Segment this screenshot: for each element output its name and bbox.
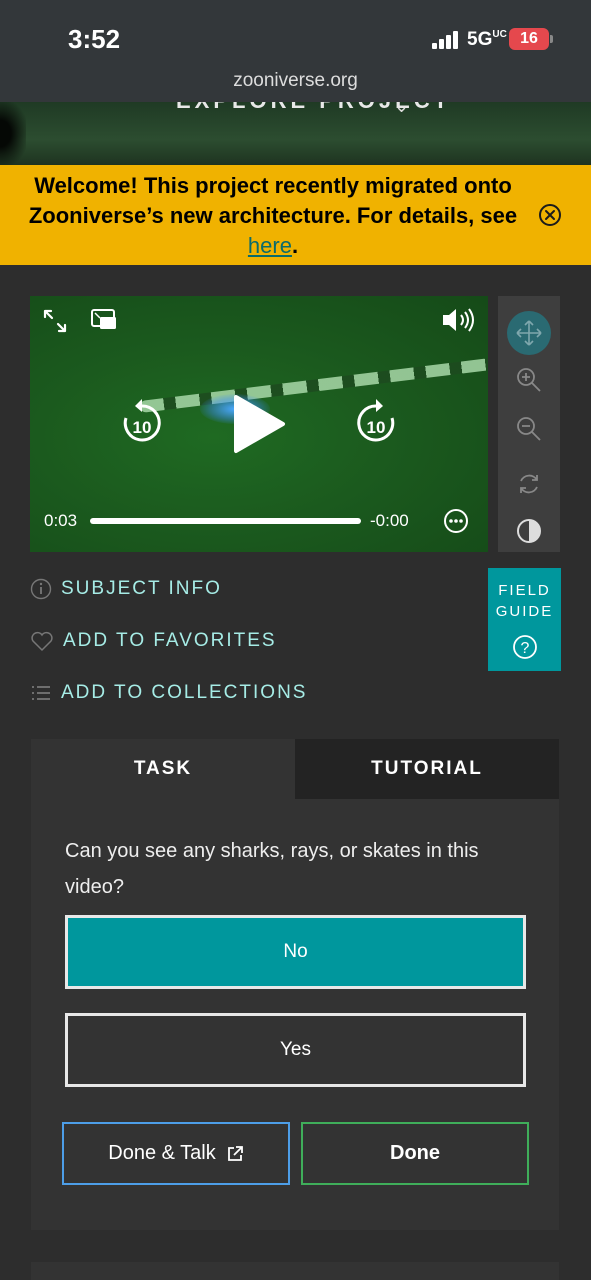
help-circle-icon: ? bbox=[513, 635, 537, 659]
status-time: 3:52 bbox=[68, 24, 121, 54]
field-guide-label-2: GUIDE bbox=[495, 603, 554, 620]
info-icon bbox=[30, 578, 52, 600]
done-button[interactable]: Done bbox=[301, 1122, 529, 1185]
progress-bar[interactable] bbox=[90, 518, 361, 524]
subject-info-label: SUBJECT INFO bbox=[61, 578, 222, 599]
image-toolbar bbox=[498, 296, 560, 552]
banner-here-link[interactable]: here bbox=[248, 233, 292, 258]
current-time: 0:03 bbox=[44, 511, 78, 530]
tab-tutorial[interactable]: TUTORIAL bbox=[295, 739, 559, 799]
explore-project-link[interactable]: EXPLORE PROJECT bbox=[176, 102, 451, 114]
add-to-favorites-label: ADD TO FAVORITES bbox=[63, 630, 277, 651]
classifier-tabs: TASK TUTORIAL bbox=[31, 739, 559, 799]
field-guide-button[interactable]: FIELD GUIDE ? bbox=[488, 568, 561, 671]
play-icon[interactable] bbox=[228, 392, 290, 456]
subject-info-link[interactable]: SUBJECT INFO bbox=[30, 578, 222, 600]
rotate-icon[interactable] bbox=[516, 471, 542, 497]
zoom-out-icon[interactable] bbox=[515, 415, 543, 443]
add-to-collections-label: ADD TO COLLECTIONS bbox=[61, 682, 308, 703]
external-link-icon bbox=[227, 1145, 243, 1161]
answer-yes-button[interactable]: Yes bbox=[65, 1013, 526, 1087]
task-panel: Can you see any sharks, rays, or skates … bbox=[31, 799, 559, 1230]
video-frame-tether bbox=[139, 357, 488, 413]
done-and-talk-label: Done & Talk bbox=[108, 1142, 216, 1164]
svg-text:?: ? bbox=[521, 640, 530, 657]
tool-zoom-out[interactable] bbox=[498, 415, 560, 443]
battery-nub bbox=[550, 35, 553, 43]
network-label: 5GUC bbox=[467, 29, 507, 50]
list-icon bbox=[32, 686, 50, 700]
tool-rotate[interactable] bbox=[498, 471, 560, 497]
tool-invert[interactable] bbox=[498, 518, 560, 544]
answer-no-button[interactable]: No bbox=[65, 915, 526, 989]
svg-text:10: 10 bbox=[367, 418, 386, 437]
skip-back-10-icon[interactable]: 10 bbox=[118, 396, 166, 448]
tool-zoom-in[interactable] bbox=[498, 366, 560, 394]
skip-forward-10-icon[interactable]: 10 bbox=[352, 396, 400, 448]
status-bar: 3:52 5GUC 16 bbox=[0, 0, 591, 62]
remaining-time: -0:00 bbox=[370, 511, 409, 530]
migration-banner: Welcome! This project recently migrated … bbox=[0, 165, 591, 265]
done-and-talk-button[interactable]: Done & Talk bbox=[62, 1122, 290, 1185]
hero-shadow bbox=[0, 102, 26, 165]
svg-text:10: 10 bbox=[133, 418, 152, 437]
more-options-icon[interactable] bbox=[443, 508, 469, 534]
signal-icon bbox=[432, 31, 462, 49]
add-to-favorites-link[interactable]: ADD TO FAVORITES bbox=[30, 630, 277, 652]
heart-icon bbox=[31, 631, 53, 652]
picture-in-picture-icon[interactable] bbox=[90, 308, 118, 332]
banner-message: Welcome! This project recently migrated … bbox=[28, 173, 518, 258]
invert-icon[interactable] bbox=[516, 518, 542, 544]
tab-task[interactable]: TASK bbox=[31, 739, 295, 799]
zoom-in-icon[interactable] bbox=[515, 366, 543, 394]
tool-move[interactable] bbox=[498, 310, 560, 356]
add-to-collections-link[interactable]: ADD TO COLLECTIONS bbox=[30, 682, 307, 704]
fullscreen-icon[interactable] bbox=[42, 308, 68, 334]
project-hero: EXPLORE PROJECT ⌄ bbox=[0, 102, 591, 165]
next-panel-edge bbox=[31, 1262, 559, 1280]
chevron-down-icon[interactable]: ⌄ bbox=[394, 102, 409, 117]
task-question: Can you see any sharks, rays, or skates … bbox=[65, 840, 479, 898]
volume-icon[interactable] bbox=[440, 306, 480, 334]
video-player[interactable]: 10 10 0:03 -0:00 bbox=[30, 296, 488, 552]
field-guide-label-1: FIELD bbox=[498, 582, 551, 599]
close-circle-icon[interactable] bbox=[538, 203, 562, 227]
battery-icon: 16 bbox=[509, 28, 549, 50]
move-icon[interactable] bbox=[506, 310, 552, 356]
address-bar[interactable]: zooniverse.org bbox=[0, 62, 591, 102]
url-text: zooniverse.org bbox=[233, 70, 358, 91]
